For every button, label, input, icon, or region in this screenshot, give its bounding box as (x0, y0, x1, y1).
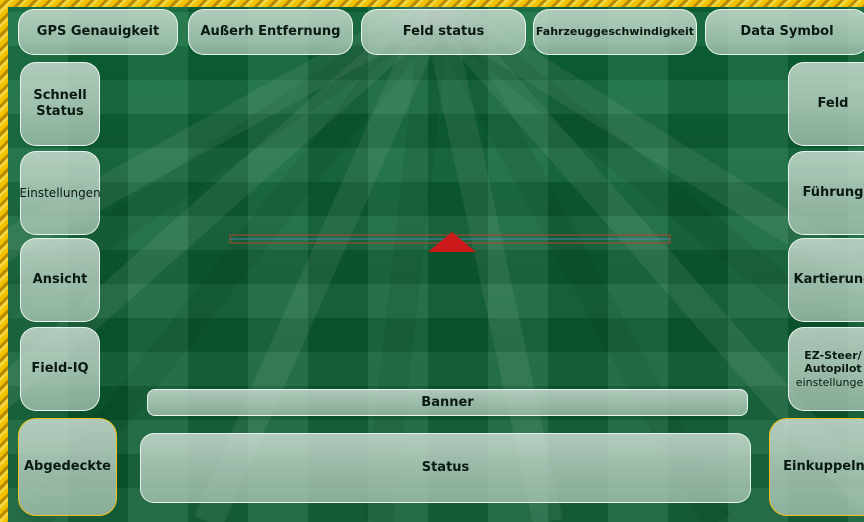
offline-distance-label: Außerh Entfernung (200, 24, 341, 40)
quick-status-label-line2: Status (36, 104, 84, 119)
field-label: Feld (817, 96, 849, 112)
coverage-label: Abgedeckte (24, 459, 111, 475)
guidance-button[interactable]: Führung (788, 151, 864, 235)
coverage-button[interactable]: Abgedeckte (18, 418, 117, 516)
ez-steer-label-line1: EZ-Steer/ (804, 349, 862, 363)
ez-steer-label-line3: einstellungen (795, 375, 864, 389)
gps-accuracy-label: GPS Genauigkeit (36, 24, 160, 40)
offline-distance-button[interactable]: Außerh Entfernung (188, 9, 353, 55)
field-button[interactable]: Feld (788, 62, 864, 146)
settings-button[interactable]: Einstellungen (19, 151, 101, 235)
field-iq-button[interactable]: Field-IQ (20, 327, 100, 411)
engage-label: Einkuppeln (783, 459, 864, 475)
field-iq-label: Field-IQ (31, 361, 89, 377)
data-symbol-button[interactable]: Data Symbol (705, 9, 864, 55)
data-symbol-label: Data Symbol (740, 24, 834, 40)
field-status-label: Feld status (402, 24, 485, 40)
ez-steer-autopilot-settings-button[interactable]: EZ-Steer/ Autopilot einstellungen (788, 327, 864, 411)
settings-label: Einstellungen (19, 185, 101, 200)
guidance-label: Führung (802, 185, 864, 201)
view-button[interactable]: Ansicht (20, 238, 100, 322)
view-label: Ansicht (32, 272, 88, 288)
ez-steer-label-line2: Autopilot (804, 362, 862, 376)
engage-button[interactable]: Einkuppeln (769, 418, 864, 516)
status-label: Status (421, 460, 470, 476)
quick-status-label-line1: Schnell (33, 88, 87, 104)
mapping-label: Kartierung (793, 272, 864, 288)
vehicle-speed-button[interactable]: Fahrzeuggeschwindigkeit (533, 9, 697, 55)
mapping-button[interactable]: Kartierung (788, 238, 864, 322)
status-panel[interactable]: Status (140, 433, 751, 503)
field-status-button[interactable]: Feld status (361, 9, 526, 55)
quick-status-button[interactable]: Schnell Status (20, 62, 100, 146)
vehicle-speed-label: Fahrzeuggeschwindigkeit (535, 25, 695, 39)
banner-label: Banner (421, 394, 474, 410)
gps-accuracy-button[interactable]: GPS Genauigkeit (18, 9, 178, 55)
banner-bar[interactable]: Banner (147, 389, 748, 416)
